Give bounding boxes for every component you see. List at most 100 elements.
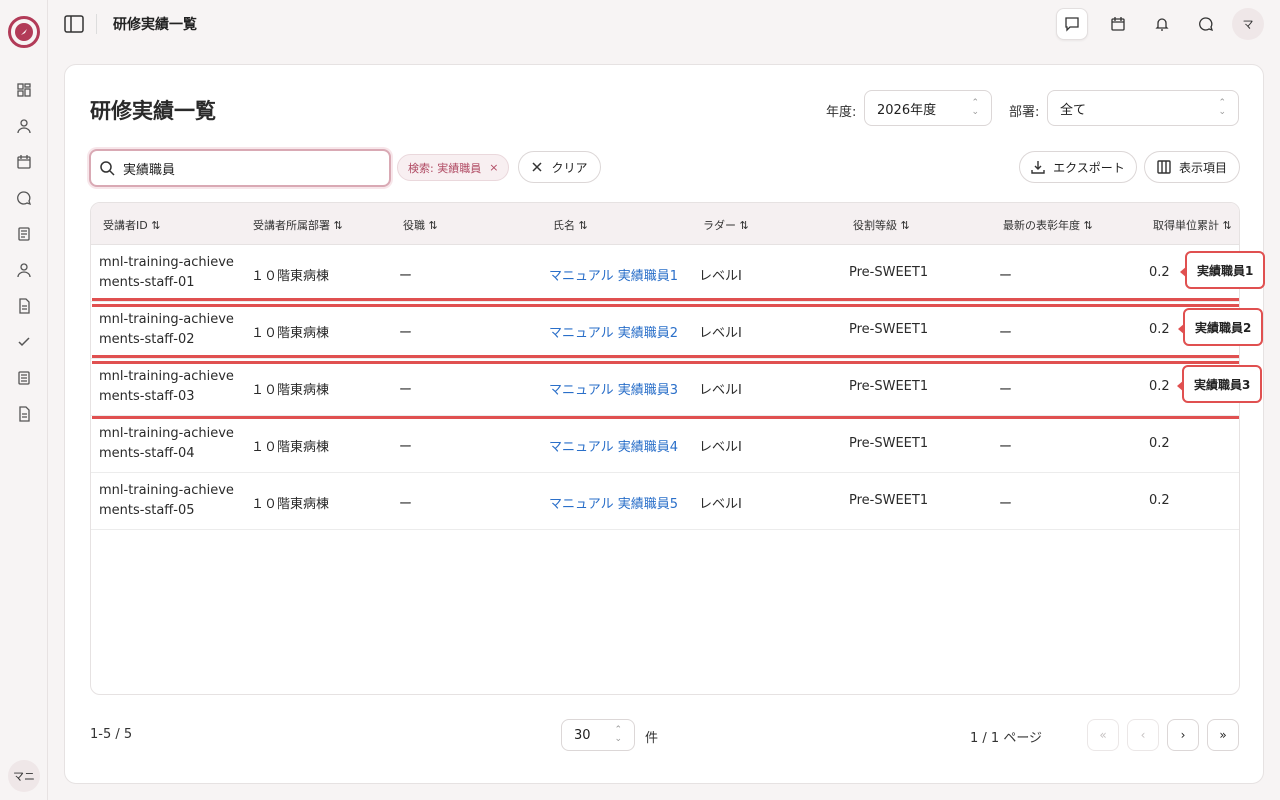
annotation-badge: 実績職員2 bbox=[1178, 308, 1264, 346]
prev-page-button[interactable]: ‹ bbox=[1127, 719, 1159, 751]
cell-position: ー bbox=[399, 383, 413, 398]
dept-select[interactable]: 全て ⌃ ⌄ bbox=[1047, 90, 1239, 126]
cell-id: mnl-training-achievements-staff-01 bbox=[99, 255, 234, 290]
clear-button[interactable]: クリア bbox=[518, 151, 601, 183]
sidebar-user-avatar[interactable]: マニ bbox=[8, 760, 40, 792]
chevron-right-icon: › bbox=[1180, 728, 1186, 742]
sidebar: マニ bbox=[0, 0, 48, 800]
highlight-line bbox=[92, 355, 1239, 358]
clear-label: クリア bbox=[551, 160, 588, 175]
year-select[interactable]: 2026年度 ⌃ ⌄ bbox=[864, 90, 992, 126]
chevron-updown-icon: ⌃ ⌄ bbox=[971, 98, 979, 117]
sidebar-toggle-icon[interactable] bbox=[64, 12, 84, 36]
chip-close-icon[interactable]: × bbox=[489, 161, 498, 174]
cell-name-link[interactable]: マニュアル 実績職員4 bbox=[549, 436, 678, 455]
columns-icon bbox=[1157, 160, 1171, 174]
dashboard-icon[interactable] bbox=[14, 80, 34, 100]
search-input[interactable] bbox=[123, 160, 373, 176]
cell-name-link[interactable]: マニュアル 実績職員5 bbox=[549, 493, 678, 512]
search-icon bbox=[100, 161, 115, 176]
chevrons-left-icon: « bbox=[1099, 728, 1107, 742]
data-table: 受講者ID ⇅ 受講者所属部署 ⇅ 役職 ⇅ 氏名 ⇅ ラダー ⇅ 役割等級 ⇅… bbox=[90, 202, 1240, 695]
highlight-line bbox=[92, 298, 1239, 301]
per-page-select[interactable]: 30 ⌃ ⌄ bbox=[561, 719, 635, 751]
cell-position: ー bbox=[399, 440, 413, 455]
check-icon[interactable] bbox=[14, 332, 34, 352]
columns-label: 表示項目 bbox=[1178, 160, 1227, 175]
highlight-line bbox=[92, 416, 1239, 419]
cell-dept: １０階東病棟 bbox=[251, 326, 330, 341]
cell-position: ー bbox=[399, 497, 413, 512]
user-icon[interactable] bbox=[14, 116, 34, 136]
dept-value: 全て bbox=[1060, 102, 1087, 118]
table-row[interactable]: mnl-training-achievements-staff-05 １０階東病… bbox=[91, 473, 1239, 530]
table-row[interactable]: mnl-training-achievements-staff-03 １０階東病… bbox=[91, 359, 1239, 416]
cell-award: ー bbox=[999, 269, 1013, 284]
first-page-button[interactable]: « bbox=[1087, 719, 1119, 751]
year-value: 2026年度 bbox=[877, 102, 937, 118]
table-row[interactable]: mnl-training-achievements-staff-02 １０階東病… bbox=[91, 302, 1239, 359]
cell-grade: Pre-SWEET1 bbox=[849, 265, 929, 280]
cell-dept: １０階東病棟 bbox=[251, 383, 330, 398]
bell-icon[interactable] bbox=[1146, 8, 1178, 40]
per-page-unit: 件 bbox=[645, 731, 659, 746]
cell-award: ー bbox=[999, 497, 1013, 512]
columns-button[interactable]: 表示項目 bbox=[1144, 151, 1240, 183]
feedback-button[interactable] bbox=[1056, 8, 1088, 40]
cell-units: 0.2 bbox=[1149, 379, 1170, 394]
cell-grade: Pre-SWEET1 bbox=[849, 436, 929, 451]
cell-ladder: レベルI bbox=[699, 383, 742, 398]
document-icon[interactable] bbox=[14, 296, 34, 316]
last-page-button[interactable]: » bbox=[1207, 719, 1239, 751]
export-button[interactable]: エクスポート bbox=[1019, 151, 1137, 183]
cell-ladder: レベルI bbox=[699, 269, 742, 284]
next-page-button[interactable]: › bbox=[1167, 719, 1199, 751]
chevrons-right-icon: » bbox=[1219, 728, 1227, 742]
divider bbox=[96, 14, 97, 34]
filter-chip[interactable]: 検索: 実績職員 × bbox=[397, 154, 510, 181]
cell-units: 0.2 bbox=[1149, 436, 1170, 451]
calendar-button[interactable] bbox=[1102, 8, 1134, 40]
cell-ladder: レベルI bbox=[699, 497, 742, 512]
cell-name-link[interactable]: マニュアル 実績職員2 bbox=[549, 322, 678, 341]
cell-dept: １０階東病棟 bbox=[251, 440, 330, 455]
main-card: 研修実績一覧 年度: 2026年度 ⌃⌄ 部署: 全て ⌃⌄ 検索: 実績職員 … bbox=[64, 64, 1264, 784]
th-dept[interactable]: 受講者所属部署 ⇅ bbox=[253, 217, 343, 233]
cell-grade: Pre-SWEET1 bbox=[849, 493, 929, 508]
export-label: エクスポート bbox=[1053, 160, 1125, 175]
th-award[interactable]: 最新の表彰年度 ⇅ bbox=[1003, 217, 1093, 233]
th-units[interactable]: 取得単位累計 ⇅ bbox=[1153, 217, 1232, 233]
app-logo[interactable] bbox=[8, 16, 40, 48]
th-position[interactable]: 役職 ⇅ bbox=[403, 217, 438, 233]
report-icon[interactable] bbox=[14, 368, 34, 388]
annotation-badge: 実績職員1 bbox=[1180, 251, 1266, 289]
calendar-icon[interactable] bbox=[14, 152, 34, 172]
page-title: 研修実績一覧 bbox=[90, 99, 216, 123]
cell-dept: １０階東病棟 bbox=[251, 269, 330, 284]
profile-icon[interactable] bbox=[14, 260, 34, 280]
th-grade[interactable]: 役割等級 ⇅ bbox=[853, 217, 910, 233]
chevron-left-icon: ‹ bbox=[1140, 728, 1146, 742]
book-icon[interactable] bbox=[14, 224, 34, 244]
cell-id: mnl-training-achievements-staff-04 bbox=[99, 426, 234, 461]
cell-award: ー bbox=[999, 383, 1013, 398]
chevron-updown-icon: ⌃ ⌄ bbox=[614, 725, 622, 744]
chat-icon[interactable] bbox=[14, 188, 34, 208]
result-count: 1-5 / 5 bbox=[90, 727, 133, 742]
table-row[interactable]: mnl-training-achievements-staff-01 １０階東病… bbox=[91, 245, 1239, 302]
cell-grade: Pre-SWEET1 bbox=[849, 322, 929, 337]
th-ladder[interactable]: ラダー ⇅ bbox=[703, 217, 749, 233]
cell-units: 0.2 bbox=[1149, 322, 1170, 337]
cell-units: 0.2 bbox=[1149, 493, 1170, 508]
th-id[interactable]: 受講者ID ⇅ bbox=[103, 217, 160, 233]
cell-position: ー bbox=[399, 326, 413, 341]
th-name[interactable]: 氏名 ⇅ bbox=[553, 217, 588, 233]
table-row[interactable]: mnl-training-achievements-staff-04 １０階東病… bbox=[91, 416, 1239, 473]
cell-name-link[interactable]: マニュアル 実績職員1 bbox=[549, 265, 678, 284]
search-box[interactable] bbox=[89, 149, 391, 187]
user-avatar[interactable]: マ bbox=[1232, 8, 1264, 40]
cell-grade: Pre-SWEET1 bbox=[849, 379, 929, 394]
cell-name-link[interactable]: マニュアル 実績職員3 bbox=[549, 379, 678, 398]
file-icon[interactable] bbox=[14, 404, 34, 424]
chat-button[interactable] bbox=[1190, 8, 1222, 40]
